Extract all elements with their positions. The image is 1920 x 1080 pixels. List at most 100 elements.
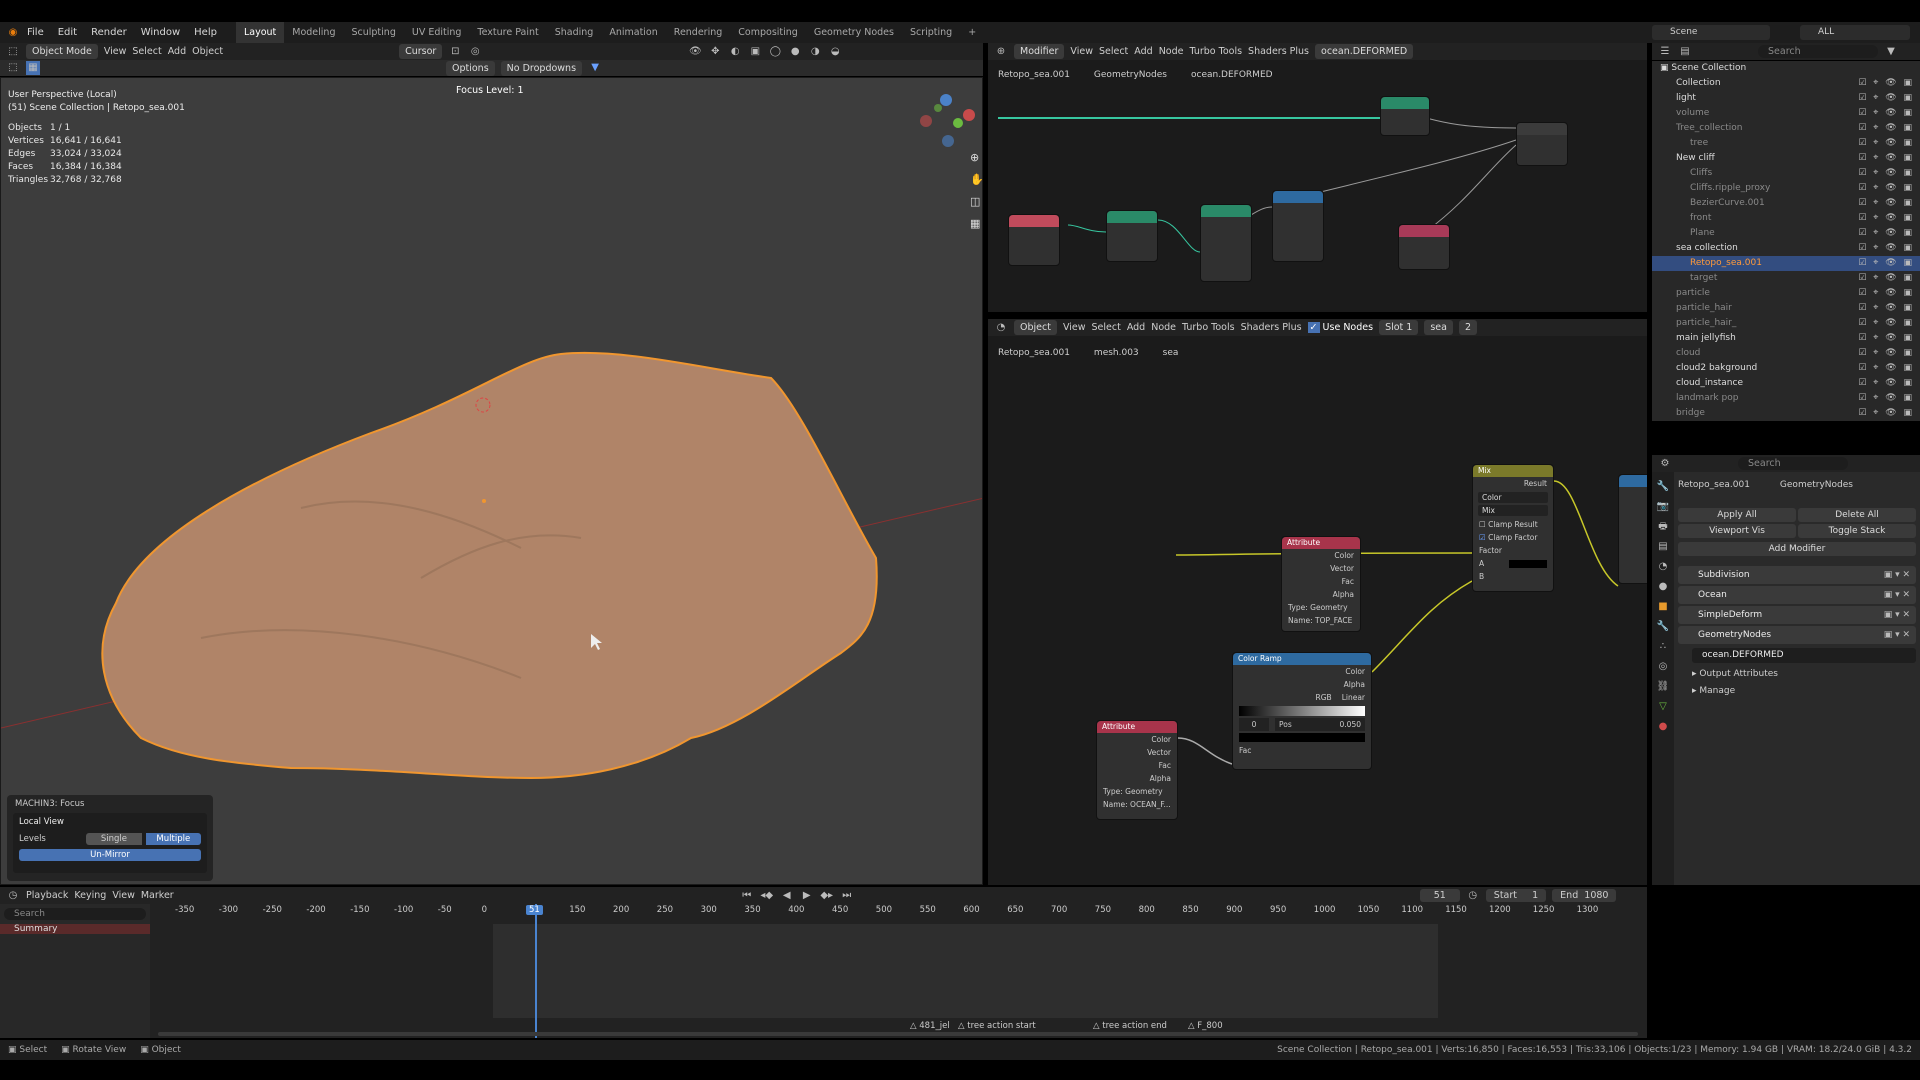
visibility-toggles-icon[interactable]: ☑ ⌖ 👁 ▣ xyxy=(1858,76,1914,91)
outliner-item[interactable]: BezierCurve.001 ☑ ⌖ 👁 ▣ xyxy=(1652,196,1920,211)
shader-menu-shaders-plus[interactable]: Shaders Plus xyxy=(1241,322,1302,333)
outliner-root[interactable]: ▣ Scene Collection xyxy=(1652,61,1920,76)
modifier-subdivision[interactable]: Subdivision ▣ ▾ ✕ xyxy=(1678,566,1916,584)
menu-file[interactable]: File xyxy=(20,27,51,38)
menu-keying[interactable]: Keying xyxy=(74,890,106,901)
attr-vector-out[interactable]: Vector xyxy=(1282,562,1360,575)
menu-help[interactable]: Help xyxy=(187,27,224,38)
modifier-ocean[interactable]: Ocean ▣ ▾ ✕ xyxy=(1678,586,1916,604)
apply-all-button[interactable]: Apply All xyxy=(1678,508,1796,522)
end-frame-field[interactable]: End 1080 xyxy=(1552,889,1617,902)
editor-type-icon[interactable]: ⬚ xyxy=(6,45,20,59)
blender-logo-icon[interactable]: ◉ xyxy=(6,26,20,40)
visibility-toggles-icon[interactable]: ☑ ⌖ 👁 ▣ xyxy=(1858,346,1914,361)
timeline-scrollbar[interactable] xyxy=(158,1032,1638,1036)
tab-uv-editing[interactable]: UV Editing xyxy=(404,22,470,43)
mix-type-dropdown[interactable]: Color xyxy=(1478,492,1548,503)
cropped-output-node[interactable] xyxy=(1618,474,1647,584)
visibility-toggles-icon[interactable]: ☑ ⌖ 👁 ▣ xyxy=(1858,361,1914,376)
visibility-toggles-icon[interactable]: ☑ ⌖ 👁 ▣ xyxy=(1858,106,1914,121)
visibility-toggles-icon[interactable]: ☑ ⌖ 👁 ▣ xyxy=(1858,331,1914,346)
geo-menu-node[interactable]: Node xyxy=(1159,46,1184,57)
outliner-item[interactable]: New cliff ☑ ⌖ 👁 ▣ xyxy=(1652,151,1920,166)
pan-icon[interactable]: ✋ xyxy=(970,173,983,186)
properties-search[interactable]: Search xyxy=(1738,457,1848,470)
xray-icon[interactable]: ▣ xyxy=(748,45,762,59)
shader-menu-view[interactable]: View xyxy=(1063,322,1086,333)
zoom-icon[interactable]: ⊕ xyxy=(970,151,979,164)
mix-node[interactable]: Mix Result Color Mix ☐ Clamp Result ☑ Cl… xyxy=(1472,464,1554,592)
current-frame-field[interactable]: 51 xyxy=(1419,889,1460,902)
ramp-gradient[interactable] xyxy=(1239,706,1365,716)
menu-view[interactable]: View xyxy=(104,46,127,57)
attribute-node-top[interactable]: Attribute Color Vector Fac Alpha Type: G… xyxy=(1281,536,1361,632)
timeline-ruler[interactable]: -350-300-250-200-150-100-500100150200250… xyxy=(150,904,1647,918)
tab-animation[interactable]: Animation xyxy=(601,22,665,43)
attr-alpha-out[interactable]: Alpha xyxy=(1282,588,1360,601)
menu-select[interactable]: Select xyxy=(132,46,161,57)
attr2-name-field[interactable]: Name: OCEAN_F... xyxy=(1097,798,1177,811)
filter-icon[interactable]: ▼ xyxy=(588,61,602,75)
timeline-type-icon[interactable]: ◷ xyxy=(6,889,20,903)
outliner-item[interactable]: landmark pop ☑ ⌖ 👁 ▣ xyxy=(1652,391,1920,406)
tab-rendering[interactable]: Rendering xyxy=(666,22,731,43)
ocean-mesh[interactable] xyxy=(101,351,878,780)
ramp-interp[interactable]: Linear xyxy=(1342,691,1365,704)
menu-render[interactable]: Render xyxy=(84,27,134,38)
jump-start-icon[interactable]: ⏮ xyxy=(740,889,754,903)
group-output-node[interactable] xyxy=(1516,122,1568,166)
outliner-item[interactable]: cloud ☑ ⌖ 👁 ▣ xyxy=(1652,346,1920,361)
toggle-stack-button[interactable]: Toggle Stack xyxy=(1798,524,1916,538)
node-group-selector[interactable]: ocean.DEFORMED xyxy=(1692,648,1916,663)
geo-context-selector[interactable]: Modifier xyxy=(1014,44,1065,59)
visibility-toggles-icon[interactable]: ☑ ⌖ 👁 ▣ xyxy=(1858,391,1914,406)
mix-blend-dropdown[interactable]: Mix xyxy=(1478,505,1548,516)
collection-info-node[interactable] xyxy=(1008,214,1060,266)
realize-instances-node[interactable] xyxy=(1106,210,1158,262)
no-dropdowns-dropdown[interactable]: No Dropdowns xyxy=(500,60,583,76)
shader-menu-select[interactable]: Select xyxy=(1092,322,1121,333)
visibility-toggles-icon[interactable]: ☑ ⌖ 👁 ▣ xyxy=(1858,241,1914,256)
outliner-item[interactable]: front ☑ ⌖ 👁 ▣ xyxy=(1652,211,1920,226)
outliner-item[interactable]: Retopo_sea.001 ☑ ⌖ 👁 ▣ xyxy=(1652,256,1920,271)
map-range-node[interactable] xyxy=(1272,190,1324,262)
tab-compositing[interactable]: Compositing xyxy=(730,22,806,43)
outliner-item[interactable]: light ☑ ⌖ 👁 ▣ xyxy=(1652,91,1920,106)
visibility-toggles-icon[interactable]: ☑ ⌖ 👁 ▣ xyxy=(1858,211,1914,226)
geo-menu-select[interactable]: Select xyxy=(1099,46,1128,57)
outliner-item[interactable]: Cliffs.ripple_proxy ☑ ⌖ 👁 ▣ xyxy=(1652,181,1920,196)
visibility-icon[interactable]: 👁 xyxy=(688,45,702,59)
summary-channel[interactable]: Summary xyxy=(0,924,150,934)
visibility-toggles-icon[interactable]: ☑ ⌖ 👁 ▣ xyxy=(1858,136,1914,151)
view-layer-selector[interactable]: ALL xyxy=(1800,25,1910,40)
ramp-color-out[interactable]: Color xyxy=(1233,665,1371,678)
timeline-search[interactable]: Search xyxy=(4,908,146,920)
viewport-vis-button[interactable]: Viewport Vis xyxy=(1678,524,1796,538)
menu-object[interactable]: Object xyxy=(192,46,223,57)
tab-shading[interactable]: Shading xyxy=(547,22,602,43)
modifier-simpledeform[interactable]: SimpleDeform ▣ ▾ ✕ xyxy=(1678,606,1916,624)
outliner-item[interactable]: particle_hair ☑ ⌖ 👁 ▣ xyxy=(1652,301,1920,316)
outliner-item[interactable]: main jellyfish ☑ ⌖ 👁 ▣ xyxy=(1652,331,1920,346)
visibility-toggles-icon[interactable]: ☑ ⌖ 👁 ▣ xyxy=(1858,316,1914,331)
shader-menu-node[interactable]: Node xyxy=(1151,322,1176,333)
tab-scripting[interactable]: Scripting xyxy=(902,22,960,43)
add-modifier-button[interactable]: Add Modifier xyxy=(1678,542,1916,556)
menu-marker[interactable]: Marker xyxy=(141,890,174,901)
visibility-toggles-icon[interactable]: ☑ ⌖ 👁 ▣ xyxy=(1858,151,1914,166)
snap-icon[interactable]: ⊡ xyxy=(448,45,462,59)
marker-f-800[interactable]: △ F_800 xyxy=(1188,1021,1223,1031)
transform-pivot[interactable]: Cursor xyxy=(399,44,443,59)
menu-view[interactable]: View xyxy=(112,890,135,901)
material-tab-icon[interactable]: ● xyxy=(1656,720,1670,734)
filter-icon[interactable]: ▼ xyxy=(1884,45,1898,59)
set-material-node[interactable] xyxy=(1380,96,1430,136)
modifier-geometrynodes[interactable]: GeometryNodes ▣ ▾ ✕ xyxy=(1678,626,1916,644)
camera-view-icon[interactable]: ◫ xyxy=(970,195,980,208)
menu-playback[interactable]: Playback xyxy=(26,890,68,901)
outliner-item[interactable]: particle_hair_ ☑ ⌖ 👁 ▣ xyxy=(1652,316,1920,331)
visibility-toggles-icon[interactable]: ☑ ⌖ 👁 ▣ xyxy=(1858,301,1914,316)
attr2-color-out[interactable]: Color xyxy=(1097,733,1177,746)
visibility-toggles-icon[interactable]: ☑ ⌖ 👁 ▣ xyxy=(1858,121,1914,136)
outliner-item[interactable]: sea collection ☑ ⌖ 👁 ▣ xyxy=(1652,241,1920,256)
